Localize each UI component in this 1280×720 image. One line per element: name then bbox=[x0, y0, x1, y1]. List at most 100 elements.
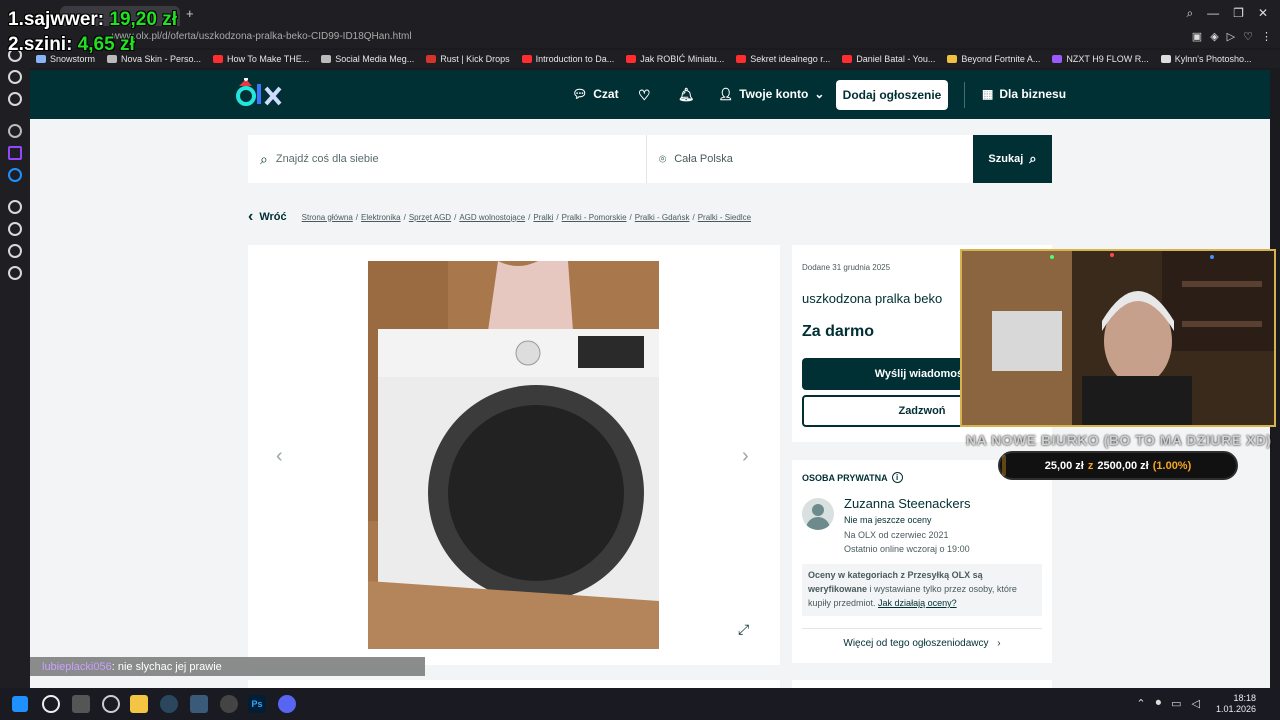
ratings-info-link[interactable]: Jak działają oceny? bbox=[878, 598, 957, 608]
bookmark-item[interactable]: Kylnn's Photosho... bbox=[1155, 54, 1258, 64]
seller-last-online: Ostatnio online wczoraj o 19:00 bbox=[844, 544, 970, 554]
play-icon[interactable]: ▷ bbox=[1227, 30, 1235, 43]
back-link[interactable]: ‹ Wróć bbox=[248, 208, 287, 226]
chevron-left-icon: ‹ bbox=[248, 208, 254, 225]
browser-icon[interactable] bbox=[102, 695, 120, 713]
info-icon[interactable]: i bbox=[891, 472, 903, 483]
breadcrumb-separator: / bbox=[629, 212, 632, 222]
address-bar[interactable]: www.olx.pl/d/oferta/uszkodzona-pralka-be… bbox=[30, 28, 1280, 48]
system-tray: ⌃ ⏺ ▭ ◁ bbox=[1136, 697, 1200, 710]
volume-icon[interactable]: ◁ bbox=[1192, 697, 1200, 710]
olx-logo[interactable] bbox=[236, 77, 286, 110]
top-donor-2-amount: 4,65 zł bbox=[77, 34, 135, 55]
top-donor-2-name: 2.szini: bbox=[8, 34, 73, 55]
messenger-icon[interactable] bbox=[8, 168, 22, 182]
clock-time: 18:18 bbox=[1233, 693, 1256, 703]
chevron-right-icon: › bbox=[997, 638, 1001, 649]
breadcrumb-link[interactable]: Strona główna bbox=[302, 213, 353, 222]
close-icon[interactable]: ✕ bbox=[1258, 6, 1268, 21]
add-listing-button[interactable]: Dodaj ogłoszenie bbox=[836, 80, 948, 110]
business-link[interactable]: ▦ Dla biznesu bbox=[982, 87, 1066, 101]
bookmark-label: Introduction to Da... bbox=[535, 54, 615, 64]
bookmark-item[interactable]: Introduction to Da... bbox=[516, 54, 621, 64]
task-view-icon[interactable] bbox=[72, 695, 90, 713]
photoshop-icon[interactable]: Ps bbox=[248, 695, 266, 713]
new-tab-icon[interactable]: + bbox=[186, 6, 194, 21]
twitch-icon[interactable] bbox=[8, 146, 22, 160]
more-from-seller-label: Więcej od tego ogłoszeniodawcy bbox=[843, 638, 989, 649]
app-icon[interactable] bbox=[220, 695, 238, 713]
bookmark-item[interactable]: Sekret idealnego r... bbox=[730, 54, 836, 64]
more-from-seller-link[interactable]: Więcej od tego ogłoszeniodawcy › bbox=[802, 638, 1042, 649]
breadcrumb-link[interactable]: Pralki - Gdańsk bbox=[635, 213, 690, 222]
listing-title: uszkodzona pralka beko bbox=[802, 291, 943, 306]
chat-link[interactable]: 💬︎ Czat bbox=[572, 87, 619, 101]
chevron-up-icon[interactable]: ⌃ bbox=[1136, 697, 1145, 710]
breadcrumb-link[interactable]: Sprzęt AGD bbox=[409, 213, 451, 222]
breadcrumb-separator: / bbox=[692, 212, 695, 222]
account-label: Twoje konto bbox=[739, 87, 809, 101]
steam-icon[interactable] bbox=[160, 695, 178, 713]
heart-icon[interactable]: ♡ bbox=[1243, 30, 1253, 43]
history-icon[interactable] bbox=[8, 222, 22, 236]
breadcrumb-link[interactable]: Pralki bbox=[533, 213, 553, 222]
breadcrumb-link[interactable]: Pralki - Siedlce bbox=[698, 213, 751, 222]
account-menu[interactable]: 👤︎ Twoje konto ⌄ bbox=[718, 87, 824, 101]
search-button[interactable]: Szukaj ⌕ bbox=[973, 135, 1052, 183]
discord-icon[interactable] bbox=[278, 695, 296, 713]
top-donor-1-name: 1.sajwwer: bbox=[8, 9, 105, 30]
notifications-bell-icon[interactable]: 🔔︎ bbox=[678, 87, 695, 103]
menu-icon[interactable]: ⋮ bbox=[1261, 30, 1272, 43]
next-image-icon[interactable]: › bbox=[742, 445, 749, 468]
maximize-icon[interactable]: ❐ bbox=[1233, 6, 1244, 21]
ratings-info-box: Oceny w kategoriach z Przesyłką OLX są w… bbox=[802, 564, 1042, 616]
breadcrumb-link[interactable]: AGD wolnostojące bbox=[459, 213, 525, 222]
microphone-icon[interactable]: ⏺ bbox=[1156, 697, 1162, 710]
bookmark-label: Kylnn's Photosho... bbox=[1174, 54, 1252, 64]
search-input[interactable]: ⌕ Znajdź coś dla siebie bbox=[248, 135, 644, 183]
bookmark-item[interactable]: Beyond Fortnite A... bbox=[941, 54, 1046, 64]
building-icon: ▦ bbox=[982, 87, 994, 101]
bookmark-item[interactable]: Jak ROBIĆ Miniatu... bbox=[620, 54, 730, 64]
fullscreen-expand-icon[interactable]: ⤢ bbox=[738, 621, 749, 638]
breadcrumb-link[interactable]: Elektronika bbox=[361, 213, 401, 222]
bookmark-item[interactable]: Social Media Meg... bbox=[315, 54, 420, 64]
sidebar-icon[interactable] bbox=[8, 70, 22, 84]
settings-icon[interactable] bbox=[8, 266, 22, 280]
bookmark-item[interactable]: How To Make THE... bbox=[207, 54, 315, 64]
seller-type: OSOBA PRYWATNA i bbox=[802, 472, 903, 483]
content-card bbox=[792, 680, 1052, 688]
sidebar-icon[interactable] bbox=[8, 244, 22, 258]
business-label: Dla biznesu bbox=[999, 87, 1067, 101]
clock[interactable]: 18:18 1.01.2026 bbox=[1216, 693, 1256, 715]
bookmark-favicon-icon bbox=[321, 55, 332, 63]
chatgpt-icon[interactable] bbox=[8, 124, 22, 138]
network-icon[interactable]: ▭ bbox=[1171, 697, 1181, 710]
minimize-icon[interactable]: — bbox=[1207, 6, 1219, 21]
file-explorer-icon[interactable] bbox=[130, 695, 148, 713]
divider bbox=[802, 628, 1042, 629]
breadcrumb-link[interactable]: Pralki - Pomorskie bbox=[562, 213, 627, 222]
bookmark-item[interactable]: NZXT H9 FLOW R... bbox=[1046, 54, 1154, 64]
olx-header: 💬︎ Czat ♡ 🔔︎ 👤︎ Twoje konto ⌄ Dodaj ogło… bbox=[30, 70, 1270, 119]
location-input[interactable]: ⌾ Cała Polska bbox=[646, 135, 973, 183]
shield-icon[interactable]: ◈ bbox=[1210, 30, 1218, 43]
search-icon[interactable]: ⌕ bbox=[1186, 6, 1193, 21]
windows-start-icon[interactable] bbox=[12, 696, 28, 712]
bookmark-item[interactable]: Rust | Kick Drops bbox=[420, 54, 515, 64]
chat-username: lubieplacki056 bbox=[42, 660, 112, 673]
sidebar-icon[interactable] bbox=[8, 92, 22, 106]
search-icon[interactable] bbox=[42, 695, 60, 713]
seller-name[interactable]: Zuzanna Steenackers bbox=[844, 496, 970, 511]
extension-icon[interactable]: ▣ bbox=[1192, 30, 1202, 43]
search-button-label: Szukaj bbox=[988, 153, 1024, 165]
favorites-heart-icon[interactable]: ♡ bbox=[638, 87, 651, 104]
listing-photo[interactable] bbox=[368, 261, 659, 649]
bookmark-favicon-icon bbox=[426, 55, 437, 63]
bookmark-item[interactable]: Daniel Batal - You... bbox=[836, 54, 941, 64]
chevron-down-icon: ⌄ bbox=[814, 87, 825, 101]
url-text[interactable]: www.olx.pl/d/oferta/uszkodzona-pralka-be… bbox=[112, 31, 412, 42]
app-icon[interactable] bbox=[190, 695, 208, 713]
previous-image-icon[interactable]: ‹ bbox=[276, 445, 283, 468]
sidebar-icon[interactable] bbox=[8, 200, 22, 214]
